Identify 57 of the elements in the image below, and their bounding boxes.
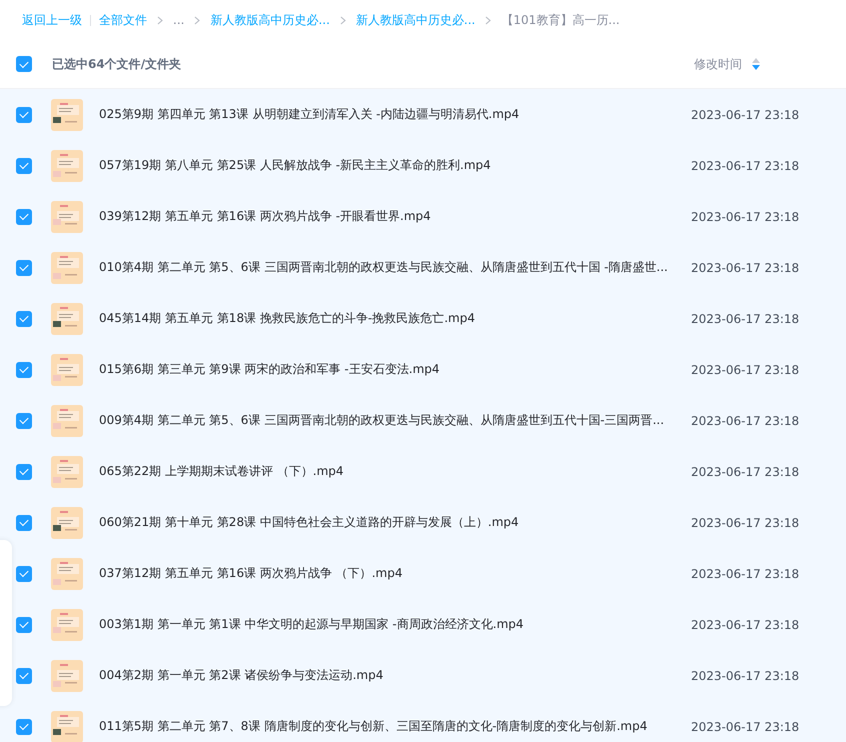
chevron-icon	[192, 16, 202, 24]
file-name: 004第2期 第一单元 第2课 诸侯纷争与变法运动.mp4	[99, 667, 384, 684]
file-name: 057第19期 第八单元 第25课 人民解放战争 -新民主主义革命的胜利.mp4	[99, 157, 492, 174]
file-row[interactable]: 057第19期 第八单元 第25课 人民解放战争 -新民主主义革命的胜利.mp4 2023-06-17 23:18	[0, 140, 846, 191]
modified-time: 2023-06-17 23:18	[691, 566, 800, 580]
file-name: 011第5期 第二单元 第7、8课 隋唐制度的变化与创新、三国至隋唐的文化-隋唐制度的变化与创新.mp4	[99, 718, 648, 735]
file-row[interactable]: 015第6期 第三单元 第9课 两宋的政治和军事 -王安石变法.mp4 2023-06-17 23:18	[0, 344, 846, 395]
file-name: 010第4期 第二单元 第5、6课 三国两晋南北朝的政权更迭与民族交融、从隋唐盛世到五代十国 -隋唐盛世...	[99, 259, 669, 276]
row-checkbox[interactable]	[16, 464, 32, 480]
file-row[interactable]: 011第5期 第二单元 第7、8课 隋唐制度的变化与创新、三国至隋唐的文化-隋唐制度的变化与创新.mp4 2023-06-17 23:18	[0, 701, 846, 742]
file-row[interactable]: 025第9期 第四单元 第13课 从明朝建立到清军入关 -内陆边疆与明清易代.mp4 2023-06-17 23:18	[0, 89, 846, 140]
file-name: 003第1期 第一单元 第1课 中华文明的起源与早期国家 -商周政治经济文化.mp4	[99, 616, 525, 633]
file-name: 025第9期 第四单元 第13课 从明朝建立到清军入关 -内陆边疆与明清易代.mp4	[99, 106, 520, 123]
row-checkbox[interactable]	[16, 514, 32, 530]
row-checkbox[interactable]	[16, 260, 32, 276]
breadcrumb-item: 【101教育】高一历...	[501, 12, 620, 28]
row-checkbox[interactable]	[16, 158, 32, 174]
modified-time: 2023-06-17 23:18	[691, 516, 800, 530]
modified-time: 2023-06-17 23:18	[691, 312, 800, 326]
row-checkbox[interactable]	[16, 208, 32, 224]
file-row[interactable]: 045第14期 第五单元 第18课 挽救民族危亡的斗争-挽救民族危亡.mp4 2023-06-17 23:18	[0, 293, 846, 344]
row-checkbox[interactable]	[16, 106, 32, 122]
modified-time: 2023-06-17 23:18	[691, 668, 800, 682]
file-name: 039第12期 第五单元 第16课 两次鸦片战争 -开眼看世界.mp4	[99, 208, 432, 225]
selection-count: 已选中64个文件/文件夹	[52, 56, 182, 72]
row-checkbox[interactable]	[16, 310, 32, 326]
modified-time: 2023-06-17 23:18	[691, 720, 800, 734]
file-name: 045第14期 第五单元 第18课 挽救民族危亡的斗争-挽救民族危亡.mp4	[99, 310, 476, 327]
row-checkbox[interactable]	[16, 362, 32, 378]
modified-time: 2023-06-17 23:18	[691, 414, 800, 428]
modified-time: 2023-06-17 23:18	[691, 618, 800, 632]
file-name: 009第4期 第二单元 第5、6课 三国两晋南北朝的政权更迭与民族交融、从隋唐盛世到五代十国-三国两晋...	[99, 412, 666, 429]
select-all-checkbox[interactable]	[16, 56, 32, 72]
chevron-icon	[483, 16, 494, 24]
row-checkbox[interactable]	[16, 412, 32, 428]
file-row[interactable]: 039第12期 第五单元 第16课 两次鸦片战争 -开眼看世界.mp4 2023-06-17 23:18	[0, 191, 846, 242]
modified-time: 2023-06-17 23:18	[691, 464, 800, 478]
file-name: 060第21期 第十单元 第28课 中国特色社会主义道路的开辟与发展（上）.mp4	[99, 514, 520, 531]
row-checkbox[interactable]	[16, 668, 32, 684]
breadcrumb-item: ...	[173, 13, 184, 27]
file-name: 015第6期 第三单元 第9课 两宋的政治和军事 -王安石变法.mp4	[99, 361, 441, 378]
file-row[interactable]: 010第4期 第二单元 第5、6课 三国两晋南北朝的政权更迭与民族交融、从隋唐盛世到五代十国 -隋唐盛世... 2023-06-17 23:18	[0, 242, 846, 293]
file-name: 037第12期 第五单元 第16课 两次鸦片战争 （下）.mp4	[99, 565, 404, 582]
chevron-icon	[155, 16, 165, 24]
row-checkbox[interactable]	[16, 718, 32, 734]
file-name: 065第22期 上学期期末试卷讲评 （下）.mp4	[99, 463, 345, 480]
modified-time: 2023-06-17 23:18	[691, 362, 800, 376]
file-row[interactable]: 065第22期 上学期期末试卷讲评 （下）.mp4 2023-06-17 23:18	[0, 446, 846, 497]
modified-time: 2023-06-17 23:18	[691, 108, 800, 122]
sort-icon[interactable]	[752, 58, 760, 70]
modified-time: 2023-06-17 23:18	[691, 210, 800, 224]
modified-time: 2023-06-17 23:18	[691, 260, 800, 274]
row-checkbox[interactable]	[16, 566, 32, 582]
file-row[interactable]: 009第4期 第二单元 第5、6课 三国两晋南北朝的政权更迭与民族交融、从隋唐盛世到五代十国-三国两晋... 2023-06-17 23:18	[0, 395, 846, 446]
file-row[interactable]: 060第21期 第十单元 第28课 中国特色社会主义道路的开辟与发展（上）.mp4 2023-06-17 23:18	[0, 497, 846, 548]
row-checkbox[interactable]	[16, 616, 32, 632]
modified-time: 2023-06-17 23:18	[691, 158, 800, 172]
